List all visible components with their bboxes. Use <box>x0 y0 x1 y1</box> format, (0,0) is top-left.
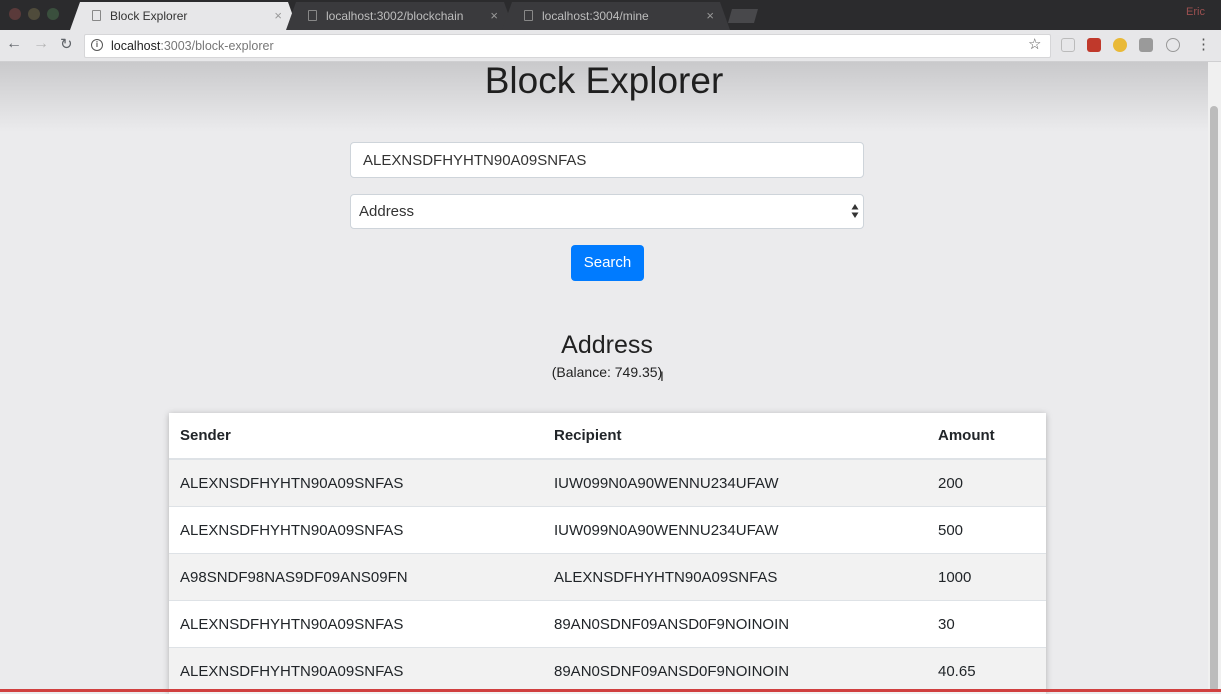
cell-amount: 500 <box>927 507 1046 554</box>
page-icon <box>92 10 101 21</box>
cell-recipient: 89AN0SDNF09ANSD0F9NOINOIN <box>543 601 927 648</box>
table-row: ALEXNSDFHYHTN90A09SNFAS IUW099N0A90WENNU… <box>169 507 1046 554</box>
browser-tab-bar: Block Explorer × localhost:3002/blockcha… <box>0 0 1221 30</box>
balance-text: (Balance: 749.35) <box>0 364 1214 380</box>
text-cursor-icon: I <box>660 368 664 384</box>
tab-block-explorer[interactable]: Block Explorer × <box>70 2 298 30</box>
window-minimize-icon[interactable] <box>28 8 40 20</box>
cell-sender: ALEXNSDFHYHTN90A09SNFAS <box>169 601 543 648</box>
cell-recipient: IUW099N0A90WENNU234UFAW <box>543 459 927 507</box>
cell-amount: 200 <box>927 459 1046 507</box>
cell-sender: ALEXNSDFHYHTN90A09SNFAS <box>169 648 543 694</box>
search-type-value: Address <box>359 195 414 228</box>
table-row: ALEXNSDFHYHTN90A09SNFAS IUW099N0A90WENNU… <box>169 459 1046 507</box>
tab-close-icon[interactable]: × <box>490 2 498 30</box>
page-icon <box>524 10 533 21</box>
cell-sender: ALEXNSDFHYHTN90A09SNFAS <box>169 507 543 554</box>
page-icon <box>308 10 317 21</box>
cell-recipient: IUW099N0A90WENNU234UFAW <box>543 507 927 554</box>
header-amount: Amount <box>927 413 1046 459</box>
window-close-icon[interactable] <box>9 8 21 20</box>
forward-icon[interactable]: → <box>33 35 49 53</box>
tab-blockchain[interactable]: localhost:3002/blockchain × <box>286 2 514 30</box>
window-zoom-icon[interactable] <box>47 8 59 20</box>
cell-sender: ALEXNSDFHYHTN90A09SNFAS <box>169 459 543 507</box>
url-path: :3003/block-explorer <box>160 39 273 53</box>
table-header-row: Sender Recipient Amount <box>169 413 1046 459</box>
table-row: ALEXNSDFHYHTN90A09SNFAS 89AN0SDNF09ANSD0… <box>169 601 1046 648</box>
result-heading: Address <box>0 331 1214 360</box>
tab-label: Block Explorer <box>110 2 187 30</box>
reload-icon[interactable]: ↻ <box>60 35 73 53</box>
new-tab-button[interactable] <box>728 9 758 23</box>
info-icon[interactable]: i <box>91 39 103 51</box>
browser-menu-icon[interactable]: ⋮ <box>1196 35 1211 53</box>
extension-icon[interactable] <box>1061 38 1075 52</box>
cell-recipient: 89AN0SDNF09ANSD0F9NOINOIN <box>543 648 927 694</box>
table-row: ALEXNSDFHYHTN90A09SNFAS 89AN0SDNF09ANSD0… <box>169 648 1046 694</box>
search-input[interactable] <box>350 142 864 178</box>
header-sender: Sender <box>169 413 543 459</box>
cell-recipient: ALEXNSDFHYHTN90A09SNFAS <box>543 554 927 601</box>
tab-close-icon[interactable]: × <box>706 2 714 30</box>
select-arrows-icon <box>851 203 859 219</box>
search-button[interactable]: Search <box>571 245 644 281</box>
tab-close-icon[interactable]: × <box>274 2 282 30</box>
cell-amount: 1000 <box>927 554 1046 601</box>
scrollbar-thumb[interactable] <box>1210 106 1218 692</box>
circle-extension-icon[interactable] <box>1166 38 1180 52</box>
tab-label: localhost:3004/mine <box>542 2 649 30</box>
tab-label: localhost:3002/blockchain <box>326 2 463 30</box>
page-title: Block Explorer <box>0 60 1208 102</box>
cell-amount: 40.65 <box>927 648 1046 694</box>
tab-mine[interactable]: localhost:3004/mine × <box>502 2 730 30</box>
theme-extension-icon[interactable] <box>1113 38 1127 52</box>
address-bar: ← → ↻ i localhost:3003/block-explorer ☆ … <box>0 30 1221 62</box>
url-field[interactable]: i localhost:3003/block-explorer <box>84 34 1051 58</box>
cell-sender: A98SNDF98NAS9DF09ANS09FN <box>169 554 543 601</box>
search-type-select[interactable]: Address <box>350 194 864 229</box>
url-host: localhost <box>111 39 160 53</box>
generic-extension-icon[interactable] <box>1139 38 1153 52</box>
header-recipient: Recipient <box>543 413 927 459</box>
back-icon[interactable]: ← <box>6 35 22 53</box>
cors-extension-icon[interactable] <box>1087 38 1101 52</box>
cell-amount: 30 <box>927 601 1046 648</box>
bookmark-star-icon[interactable]: ☆ <box>1028 35 1041 53</box>
profile-name[interactable]: Eric <box>1186 6 1205 18</box>
table-row: A98SNDF98NAS9DF09ANS09FN ALEXNSDFHYHTN90… <box>169 554 1046 601</box>
transactions-table: Sender Recipient Amount ALEXNSDFHYHTN90A… <box>169 413 1046 694</box>
